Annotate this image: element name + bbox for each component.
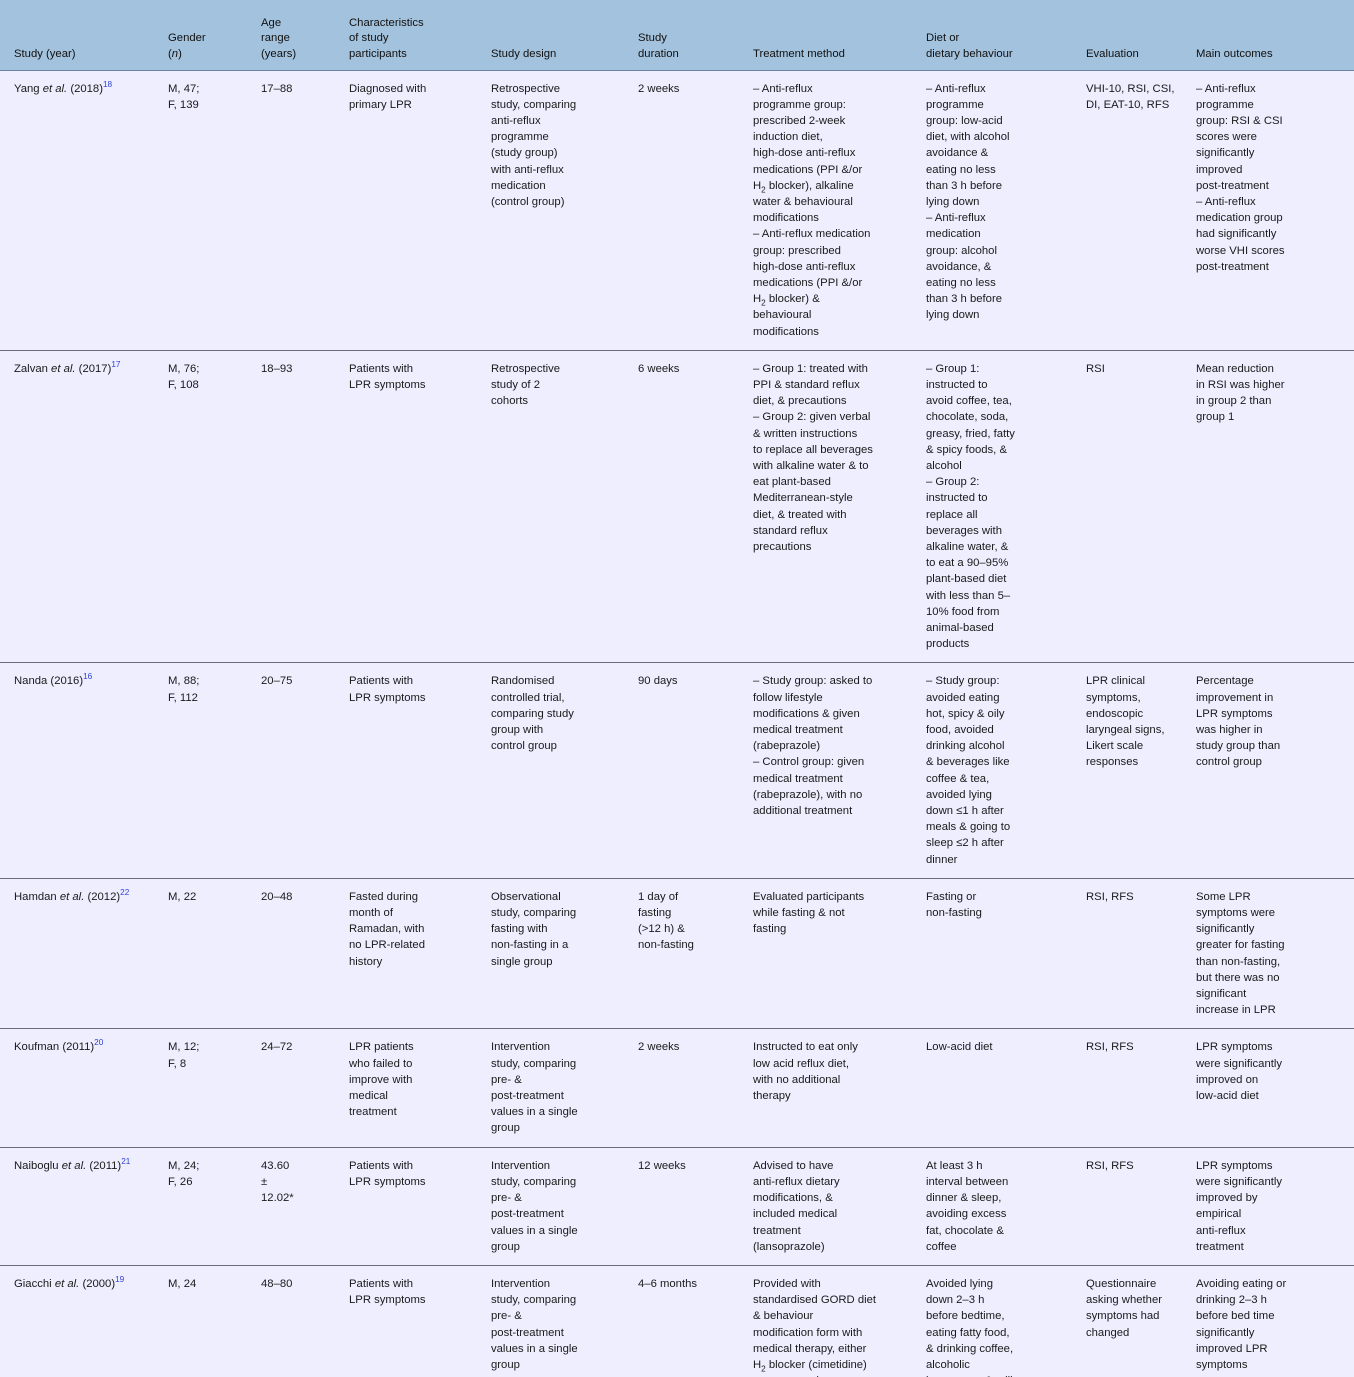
reference-superscript: 16 [83, 672, 93, 682]
reference-superscript: 17 [111, 359, 121, 369]
column-header-treatment-method: Treatment method [753, 0, 926, 71]
cell-age-range: 20–75 [261, 662, 349, 879]
cell-study-duration: 12 weeks [638, 1147, 753, 1266]
cell-main-outcomes: Some LPR symptoms were significantly gre… [1196, 878, 1354, 1030]
table-row: Giacchi et al. (2000)19 M, 24 48–80 Patient… [0, 1265, 1354, 1377]
cell-treatment-method: Evaluated participants while fasting & n… [753, 878, 926, 1030]
cell-evaluation: RSI, RFS [1086, 878, 1196, 1030]
column-header-study-design: Study design [491, 0, 638, 71]
cell-treatment-method: Instructed to eat only low acid reflux d… [753, 1028, 926, 1148]
cell-gender: M, 24 [168, 1265, 261, 1377]
column-header-age-range: Age range (years) [261, 0, 349, 71]
cell-treatment-method: Provided with standardised GORD diet & b… [753, 1265, 926, 1377]
table-row: Koufman (2011)20 M, 12; F, 8 24–72 LPR pati… [0, 1028, 1354, 1148]
cell-study-duration: 1 day of fasting (>12 h) & non-fasting [638, 878, 753, 1030]
cell-study-duration: 6 weeks [638, 350, 753, 664]
cell-study-design: Retrospective study of 2 cohorts [491, 350, 638, 664]
cell-gender: M, 47; F, 139 [168, 70, 261, 351]
reference-superscript: 21 [121, 1156, 131, 1166]
cell-study-design: Intervention study, comparing pre- & pos… [491, 1147, 638, 1266]
cell-main-outcomes: – Anti-reflux programme group: RSI & CSI… [1196, 70, 1354, 351]
cell-characteristics: Patients with LPR symptoms [349, 662, 491, 879]
table-body: Yang et al. (2018)18 M, 47; F, 139 17–88 Di… [0, 70, 1354, 1377]
cell-study-design: Intervention study, comparing pre- & pos… [491, 1028, 638, 1148]
cell-evaluation: VHI-10, RSI, CSI, DI, EAT-10, RFS [1086, 70, 1196, 351]
cell-study-duration: 2 weeks [638, 1028, 753, 1148]
table-row: Naiboglu et al. (2011)21 M, 24; F, 26 43.6… [0, 1147, 1354, 1266]
study-characteristics-table: Study (year) Gender (n) Age range (years… [0, 0, 1354, 1377]
cell-study-duration: 90 days [638, 662, 753, 879]
cell-diet: – Group 1: instructed to avoid coffee, t… [926, 350, 1086, 664]
cell-study: Hamdan et al. (2012)22 [0, 878, 168, 1030]
column-header-study-duration: Study duration [638, 0, 753, 71]
table-header: Study (year) Gender (n) Age range (years… [0, 0, 1354, 71]
cell-age-range: 48–80 [261, 1265, 349, 1377]
table-row: Nanda (2016)16 M, 88; F, 112 20–75 Patients… [0, 662, 1354, 879]
cell-diet: – Anti-reflux programme group: low-acid … [926, 70, 1086, 351]
cell-evaluation: RSI, RFS [1086, 1147, 1196, 1266]
cell-gender: M, 12; F, 8 [168, 1028, 261, 1148]
cell-main-outcomes: Mean reduction in RSI was higher in grou… [1196, 350, 1354, 664]
cell-evaluation: LPR clinical symptoms, endoscopic laryng… [1086, 662, 1196, 879]
cell-study: Zalvan et al. (2017)17 [0, 350, 168, 664]
cell-characteristics: LPR patients who failed to improve with … [349, 1028, 491, 1148]
cell-study: Giacchi et al. (2000)19 [0, 1265, 168, 1377]
cell-gender: M, 24; F, 26 [168, 1147, 261, 1266]
cell-age-range: 18–93 [261, 350, 349, 664]
column-header-diet: Diet or dietary behaviour [926, 0, 1086, 71]
cell-main-outcomes: Percentage improvement in LPR symptoms w… [1196, 662, 1354, 879]
cell-diet: Low-acid diet [926, 1028, 1086, 1148]
table-container: Study (year) Gender (n) Age range (years… [0, 0, 1354, 1377]
cell-age-range: 24–72 [261, 1028, 349, 1148]
column-header-gender: Gender (n) [168, 0, 261, 71]
cell-treatment-method: – Study group: asked to follow lifestyle… [753, 662, 926, 879]
cell-evaluation: Questionnaire asking whether symptoms ha… [1086, 1265, 1196, 1377]
cell-gender: M, 76; F, 108 [168, 350, 261, 664]
cell-study-design: Observational study, comparing fasting w… [491, 878, 638, 1030]
cell-main-outcomes: LPR symptoms were significantly improved… [1196, 1028, 1354, 1148]
cell-treatment-method: – Anti-reflux programme group: prescribe… [753, 70, 926, 351]
cell-study: Naiboglu et al. (2011)21 [0, 1147, 168, 1266]
cell-study: Nanda (2016)16 [0, 662, 168, 879]
reference-superscript: 19 [115, 1275, 125, 1285]
header-row: Study (year) Gender (n) Age range (years… [0, 0, 1354, 71]
cell-main-outcomes: Avoiding eating or drinking 2–3 h before… [1196, 1265, 1354, 1377]
reference-superscript: 18 [102, 79, 113, 89]
table-row: Yang et al. (2018)18 M, 47; F, 139 17–88 Di… [0, 70, 1354, 351]
cell-main-outcomes: LPR symptoms were significantly improved… [1196, 1147, 1354, 1266]
cell-characteristics: Patients with LPR symptoms [349, 1147, 491, 1266]
cell-study-design: Randomised controlled trial, comparing s… [491, 662, 638, 879]
cell-evaluation: RSI [1086, 350, 1196, 664]
column-header-main-outcomes: Main outcomes [1196, 0, 1354, 71]
cell-evaluation: RSI, RFS [1086, 1028, 1196, 1148]
table-row: Zalvan et al. (2017)17 M, 76; F, 108 18–93… [0, 350, 1354, 664]
cell-characteristics: Diagnosed with primary LPR [349, 70, 491, 351]
cell-age-range: 17–88 [261, 70, 349, 351]
column-header-evaluation: Evaluation [1086, 0, 1196, 71]
cell-age-range: 43.60 ± 12.02* [261, 1147, 349, 1266]
cell-gender: M, 88; F, 112 [168, 662, 261, 879]
cell-diet: Avoided lying down 2–3 h before bedtime,… [926, 1265, 1086, 1377]
cell-treatment-method: Advised to have anti-reflux dietary modi… [753, 1147, 926, 1266]
cell-characteristics: Fasted during month of Ramadan, with no … [349, 878, 491, 1030]
cell-diet: At least 3 h interval between dinner & s… [926, 1147, 1086, 1266]
column-header-characteristics: Characteristics of study participants [349, 0, 491, 71]
column-header-study: Study (year) [0, 0, 168, 71]
cell-diet: – Study group: avoided eating hot, spicy… [926, 662, 1086, 879]
cell-characteristics: Patients with LPR symptoms [349, 1265, 491, 1377]
cell-study-design: Intervention study, comparing pre- & pos… [491, 1265, 638, 1377]
table-row: Hamdan et al. (2012)22 M, 22 20–48 Fasted d… [0, 878, 1354, 1030]
cell-study-duration: 4–6 months [638, 1265, 753, 1377]
reference-superscript: 20 [94, 1038, 104, 1048]
reference-superscript: 22 [120, 888, 130, 898]
cell-gender: M, 22 [168, 878, 261, 1030]
cell-study-design: Retrospective study, comparing anti-refl… [491, 70, 638, 351]
cell-study: Koufman (2011)20 [0, 1028, 168, 1148]
cell-study-duration: 2 weeks [638, 70, 753, 351]
cell-age-range: 20–48 [261, 878, 349, 1030]
cell-treatment-method: – Group 1: treated with PPI & standard r… [753, 350, 926, 664]
cell-study: Yang et al. (2018)18 [0, 70, 168, 351]
cell-characteristics: Patients with LPR symptoms [349, 350, 491, 664]
cell-diet: Fasting or non-fasting [926, 878, 1086, 1030]
